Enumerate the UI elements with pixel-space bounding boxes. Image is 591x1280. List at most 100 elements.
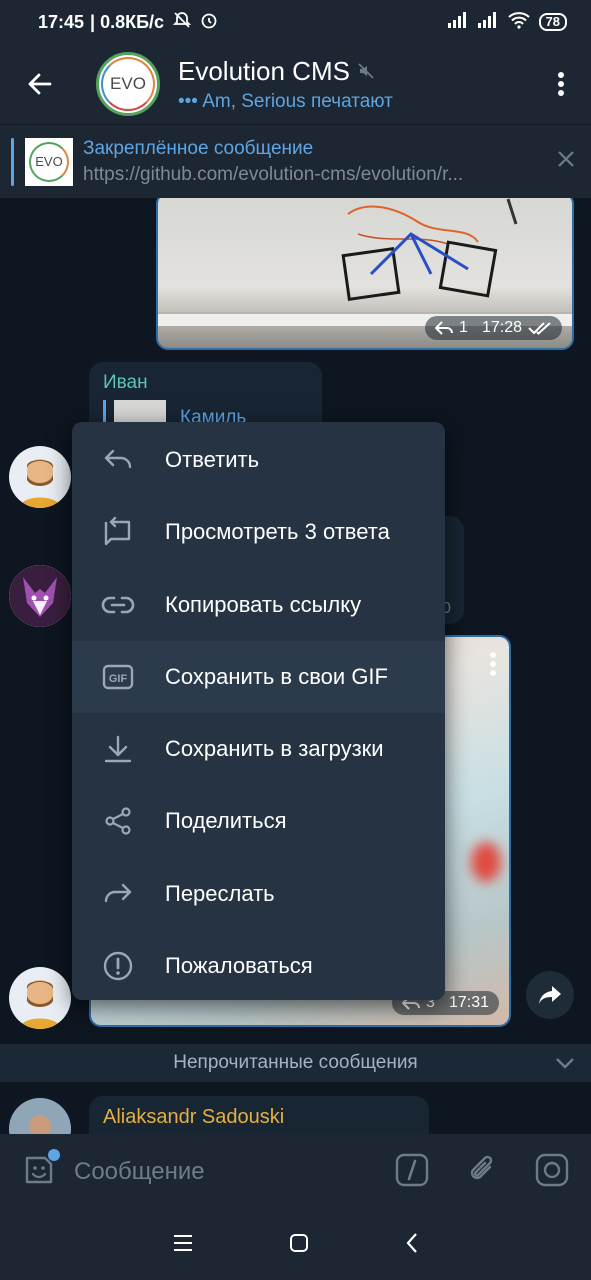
menu-item-label: Сохранить в свои GIF (165, 663, 388, 689)
menu-item-save-gif[interactable]: GIF Сохранить в свои GIF (72, 640, 445, 713)
message-bubble-aliaksandr[interactable]: Aliaksandr Sadouski (89, 1096, 429, 1134)
signal-icon (447, 11, 469, 33)
system-nav-bar (0, 1210, 591, 1280)
typing-text: Am, Serious печатают (202, 90, 393, 112)
menu-item-view-replies[interactable]: Просмотреть 3 ответа (72, 496, 445, 568)
chat-title-text: Evolution CMS (178, 55, 350, 86)
unread-label: Непрочитанные сообщения (173, 1052, 418, 1073)
status-net-speed: | 0.8КБ/с (90, 11, 165, 32)
typing-indicator: ••• Am, Serious печатают (178, 91, 393, 113)
menu-item-copy-link[interactable]: Копировать ссылку (72, 569, 445, 641)
menu-item-label: Просмотреть 3 ответа (165, 519, 390, 545)
paperclip-icon (470, 1155, 493, 1179)
camera-button[interactable] (535, 1153, 569, 1192)
emoji-button[interactable] (22, 1148, 60, 1192)
avatar-aliaksandr[interactable] (9, 1098, 71, 1134)
whiteboard-drawing (341, 198, 518, 301)
slash-command-icon (395, 1153, 429, 1186)
share-arrow-icon (539, 986, 561, 1004)
gif-options-button[interactable] (489, 651, 497, 682)
reply-icon (100, 442, 136, 478)
sender-name-aliaksandr: Aliaksandr Sadouski (103, 1106, 285, 1128)
status-bar: 17:45 | 0.8КБ/с 78 (0, 0, 591, 44)
pinned-close-button[interactable] (557, 150, 575, 173)
battery-indicator: 78 (538, 13, 567, 31)
menu-item-label: Сохранить в загрузки (165, 736, 384, 762)
new-stickers-badge (48, 1148, 60, 1161)
nav-home-button[interactable] (289, 1233, 309, 1258)
message-context-menu: Ответить Просмотреть 3 ответа Копировать… (72, 422, 445, 1000)
unread-messages-divider: Непрочитанные сообщения (0, 1044, 591, 1082)
chevron-left-icon (406, 1232, 417, 1253)
avatar-fox-user[interactable] (9, 565, 71, 627)
chevron-down-icon (556, 1058, 574, 1069)
message-input-bar: Сообщение (0, 1134, 591, 1210)
pinned-message[interactable]: EVO Закреплённое сообщение https://githu… (0, 124, 591, 198)
view-replies-icon (100, 514, 136, 550)
muted-icon (358, 63, 374, 79)
message-input[interactable]: Сообщение (74, 1158, 205, 1186)
read-checkmarks-icon (528, 322, 551, 335)
more-vertical-icon (558, 72, 564, 96)
wifi-icon (507, 11, 531, 34)
home-square-icon (289, 1233, 308, 1252)
chat-avatar[interactable]: EVO (96, 52, 160, 116)
download-icon (100, 731, 136, 767)
nav-back-button[interactable] (405, 1232, 419, 1259)
gif-content (471, 842, 501, 882)
typing-dots-icon: ••• (178, 90, 198, 112)
fox-avatar-icon (9, 565, 71, 627)
pinned-thumb-text: EVO (35, 154, 63, 169)
photo-meta: 1 17:28 (425, 316, 562, 340)
forward-message-button[interactable] (526, 971, 574, 1019)
share-icon (100, 803, 136, 839)
menu-item-label: Переслать (165, 880, 275, 906)
photo-time: 17:28 (481, 319, 522, 336)
nav-menu-button[interactable] (173, 1234, 193, 1257)
camera-icon (535, 1153, 569, 1186)
gif-time: 17:31 (448, 994, 489, 1011)
person-photo-avatar (9, 1098, 71, 1134)
menu-item-share[interactable]: Поделиться (72, 785, 445, 857)
menu-item-forward[interactable]: Переслать (72, 858, 445, 930)
man-avatar-icon (19, 980, 61, 1029)
menu-item-label: Ответить (165, 447, 260, 473)
pinned-accent-bar (11, 137, 14, 186)
link-icon (100, 587, 136, 623)
arrow-left-icon (28, 73, 52, 95)
menu-item-label: Поделиться (165, 808, 287, 834)
menu-item-reply[interactable]: Ответить (72, 424, 445, 496)
gif-icon: GIF (100, 659, 136, 695)
avatar-ivan-2[interactable] (9, 967, 71, 1029)
man-avatar-icon (19, 459, 61, 508)
attach-button[interactable] (467, 1153, 497, 1192)
bot-commands-button[interactable] (395, 1153, 429, 1192)
more-options-button[interactable] (531, 44, 591, 124)
scroll-down-button[interactable] (555, 1054, 575, 1076)
photo-reply-count: 1 (459, 319, 468, 336)
reply-count-icon (435, 321, 454, 335)
pinned-label: Закреплённое сообщение (83, 137, 314, 159)
menu-item-report[interactable]: Пожаловаться (72, 930, 445, 1002)
avatar-ivan[interactable] (9, 446, 71, 508)
menu-item-label: Пожаловаться (165, 952, 313, 978)
status-time: 17:45 (38, 11, 85, 32)
signal-2-icon (477, 11, 499, 33)
alarm-icon (199, 10, 219, 35)
chat-avatar-text: EVO (110, 74, 146, 93)
menu-lines-icon (173, 1234, 192, 1251)
more-vertical-icon (490, 652, 496, 676)
sender-name-ivan: Иван (103, 372, 148, 393)
menu-item-save-downloads[interactable]: Сохранить в загрузки (72, 713, 445, 785)
report-icon (100, 948, 136, 984)
close-icon (558, 151, 574, 167)
menu-item-label: Копировать ссылку (165, 591, 362, 617)
photo-message[interactable]: 1 17:28 (156, 198, 574, 350)
chat-title-block[interactable]: Evolution CMS ••• Am, Serious печатают (178, 56, 393, 113)
back-button[interactable] (0, 44, 80, 124)
mute-notifications-icon (172, 10, 192, 35)
pinned-url: https://github.com/evolution-cms/evoluti… (83, 163, 464, 185)
chat-title: Evolution CMS (178, 56, 393, 87)
forward-icon (100, 876, 136, 912)
svg-text:GIF: GIF (109, 673, 128, 685)
